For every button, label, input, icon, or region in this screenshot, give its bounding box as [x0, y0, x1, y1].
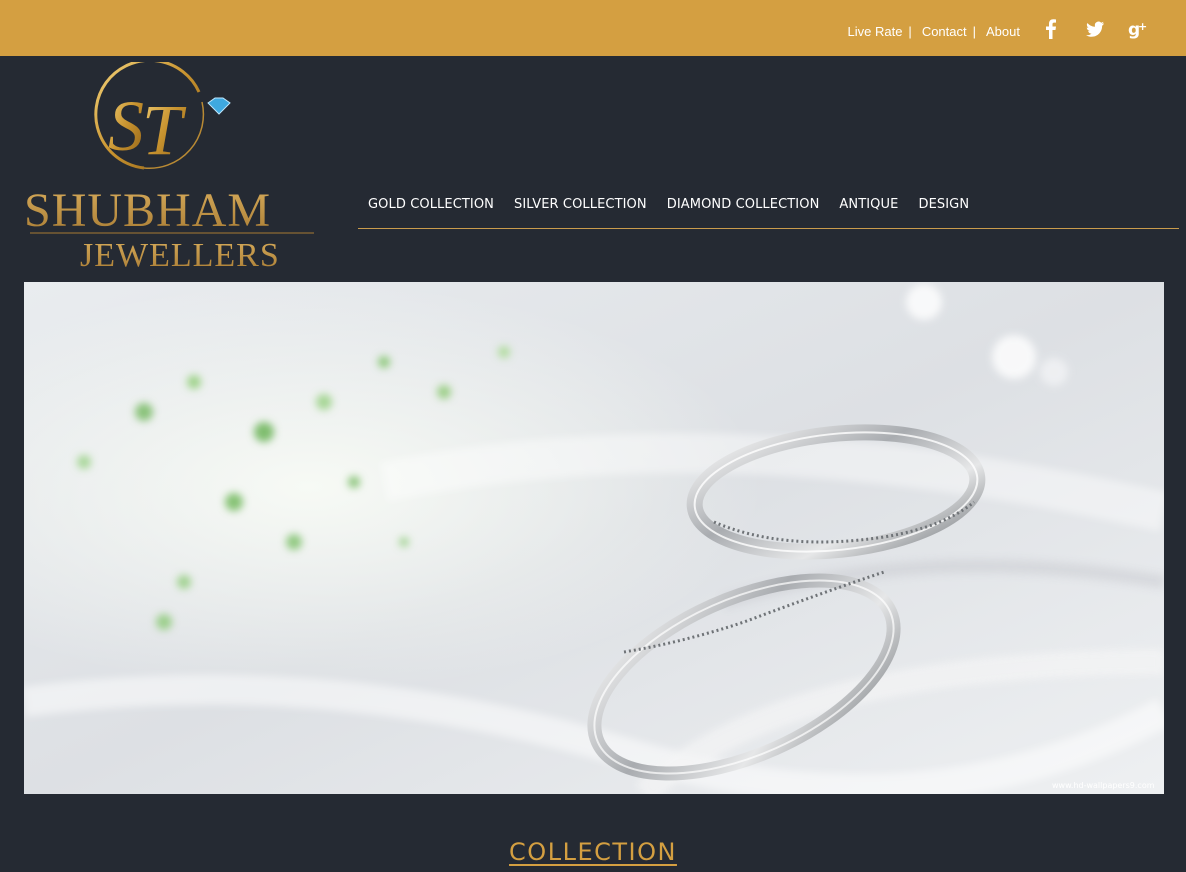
hero-banner: www.hd-wallpapers9.com	[24, 282, 1164, 794]
collection-section: COLLECTION	[0, 838, 1186, 866]
top-bar: Live Rate | Contact | About g +	[0, 0, 1186, 56]
facebook-icon[interactable]	[1040, 18, 1062, 40]
hero-image: www.hd-wallpapers9.com	[24, 282, 1164, 794]
brand-subtitle: JEWELLERS	[80, 237, 280, 274]
brand-logo[interactable]: S T SHUBHAM JEWELLERS	[24, 58, 324, 278]
collection-heading[interactable]: COLLECTION	[509, 838, 677, 866]
google-plus-icon[interactable]: g +	[1128, 18, 1150, 40]
nav-antique[interactable]: ANTIQUE	[839, 188, 898, 212]
brand-name: SHUBHAM	[24, 184, 271, 237]
twitter-icon[interactable]	[1084, 18, 1106, 40]
svg-text:T: T	[142, 90, 187, 170]
nav-silver-collection[interactable]: SILVER COLLECTION	[514, 188, 647, 212]
nav-gold-collection[interactable]: GOLD COLLECTION	[368, 188, 494, 212]
main-nav: GOLD COLLECTION SILVER COLLECTION DIAMON…	[358, 188, 1179, 229]
nav-diamond-collection[interactable]: DIAMOND COLLECTION	[667, 188, 820, 212]
svg-text:S: S	[108, 86, 144, 166]
social-links: g +	[1040, 18, 1150, 40]
contact-link[interactable]: Contact	[922, 24, 967, 39]
top-links: Live Rate | Contact | About	[848, 24, 1021, 39]
about-link[interactable]: About	[986, 24, 1020, 39]
nav-design[interactable]: DESIGN	[918, 188, 969, 212]
svg-text:+: +	[1138, 20, 1147, 33]
separator: |	[908, 24, 912, 39]
separator: |	[972, 24, 977, 39]
live-rate-link[interactable]: Live Rate	[848, 24, 903, 39]
hero-watermark: www.hd-wallpapers9.com	[1052, 781, 1155, 790]
